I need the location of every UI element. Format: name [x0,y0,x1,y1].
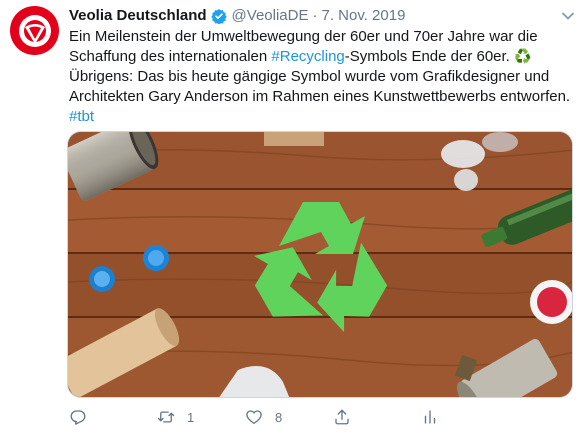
tweet-text-part: -Symbols Ende der 60er. [344,48,515,65]
share-button[interactable] [333,408,421,426]
tweet-image[interactable] [67,131,573,398]
avatar[interactable] [10,6,59,55]
veolia-logo-icon [18,14,51,47]
retweet-icon [157,411,175,423]
verified-badge-icon [210,9,227,24]
hashtag-link[interactable]: #tbt [69,108,94,125]
reply-icon [70,410,86,425]
like-button[interactable]: 8 [245,408,333,426]
recycling-photo [68,132,572,397]
retweet-count: 1 [187,409,195,425]
tweet-header: Veolia Deutschland @VeoliaDE · 7. Nov. 2… [69,6,405,26]
analytics-icon [424,410,436,424]
heart-icon [246,410,262,425]
hashtag-link[interactable]: #Recycling [271,48,344,65]
retweet-button[interactable]: 1 [157,408,245,426]
chevron-down-icon[interactable] [561,9,575,23]
author-handle[interactable]: @VeoliaDE [232,6,309,26]
analytics-button[interactable] [421,408,509,426]
tweet-actions: 1 8 [69,404,509,430]
recycling-emoji-icon: ♻️ [514,49,532,65]
like-count: 8 [275,409,283,425]
share-icon [335,409,349,425]
author-display-name[interactable]: Veolia Deutschland [69,6,207,26]
tweet-text-part: Übrigens: Das bis heute gängige Symbol w… [69,68,571,105]
header-separator: · [312,7,318,24]
tweet-text: Ein Meilenstein der Umweltbewegung der 6… [69,27,575,127]
reply-button[interactable] [69,408,157,426]
tweet-date[interactable]: 7. Nov. 2019 [321,6,405,26]
